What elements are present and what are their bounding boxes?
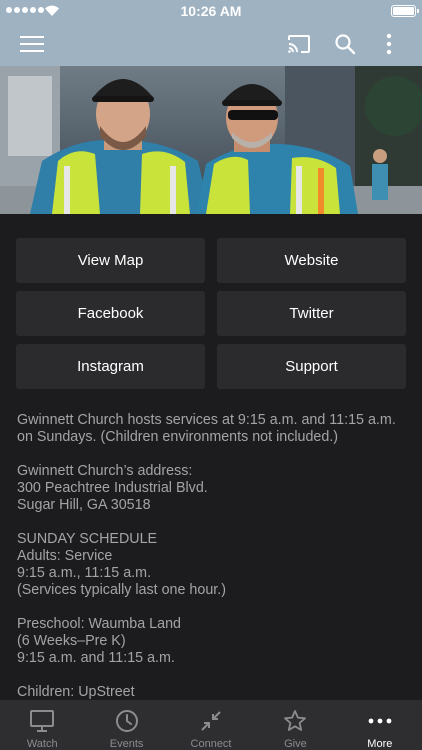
- more-vertical-icon[interactable]: [374, 29, 404, 59]
- preschool-paragraph: Preschool: Waumba Land (6 Weeks–Pre K) 9…: [17, 616, 409, 667]
- children-paragraph: Children: UpStreet: [17, 684, 409, 700]
- star-icon: [283, 708, 307, 733]
- info-line: Gwinnett Church hosts services at 9:15 a…: [17, 412, 396, 428]
- search-icon[interactable]: [330, 29, 360, 59]
- info-line: Children: UpStreet: [17, 684, 135, 700]
- info-line: (6 Weeks–Pre K): [17, 633, 126, 649]
- tab-label: Watch: [26, 738, 58, 750]
- menu-icon[interactable]: [17, 29, 47, 59]
- tab-events[interactable]: Events: [84, 700, 168, 750]
- facebook-button[interactable]: Facebook: [16, 291, 205, 336]
- schedule-paragraph: SUNDAY SCHEDULE Adults: Service 9:15 a.m…: [17, 531, 409, 599]
- info-line: (Services typically last one hour.): [17, 582, 226, 598]
- twitter-button[interactable]: Twitter: [217, 291, 406, 336]
- app-bar: [0, 22, 422, 66]
- cast-icon[interactable]: [284, 29, 314, 59]
- status-time: 10:26 AM: [180, 3, 242, 19]
- info-line: 9:15 a.m., 11:15 a.m.: [17, 565, 152, 581]
- view-map-button[interactable]: View Map: [16, 238, 205, 283]
- content-area: View Map Website Facebook Twitter Instag…: [0, 214, 422, 700]
- instagram-button[interactable]: Instagram: [16, 344, 205, 389]
- tab-label: Events: [109, 738, 144, 750]
- connect-arrows-icon: [199, 708, 223, 733]
- clock-icon: [115, 708, 139, 733]
- tab-label: Give: [284, 738, 307, 750]
- status-bar: 10:26 AM: [0, 0, 422, 22]
- tab-watch[interactable]: Watch: [0, 700, 84, 750]
- info-line: on Sundays. (Children environments not i…: [17, 429, 339, 445]
- tab-more[interactable]: More: [338, 700, 422, 750]
- info-line: Preschool: Waumba Land: [17, 616, 181, 632]
- info-line: Gwinnett Church’s address:: [17, 463, 193, 479]
- info-line: 9:15 a.m. and 11:15 a.m.: [17, 650, 175, 666]
- hero-photo: [0, 66, 422, 214]
- tab-give[interactable]: Give: [253, 700, 337, 750]
- more-horizontal-icon: [368, 708, 392, 733]
- support-button[interactable]: Support: [217, 344, 406, 389]
- battery-icon: [391, 5, 419, 17]
- tab-label: More: [367, 738, 393, 750]
- link-button-grid: View Map Website Facebook Twitter Instag…: [16, 238, 406, 389]
- address-paragraph: Gwinnett Church’s address: 300 Peachtree…: [17, 463, 409, 514]
- church-info: Gwinnett Church hosts services at 9:15 a…: [17, 412, 409, 700]
- website-button[interactable]: Website: [217, 238, 406, 283]
- tab-bar: Watch Events Connect Give More: [0, 700, 422, 750]
- info-line: Sugar Hill, GA 30518: [17, 497, 151, 513]
- info-line: 300 Peachtree Industrial Blvd.: [17, 480, 208, 496]
- info-line: SUNDAY SCHEDULE: [17, 531, 158, 547]
- monitor-icon: [29, 708, 55, 733]
- tab-label: Connect: [190, 738, 232, 750]
- services-paragraph: Gwinnett Church hosts services at 9:15 a…: [17, 412, 409, 446]
- info-line: Adults: Service: [17, 548, 113, 564]
- tab-connect[interactable]: Connect: [169, 700, 253, 750]
